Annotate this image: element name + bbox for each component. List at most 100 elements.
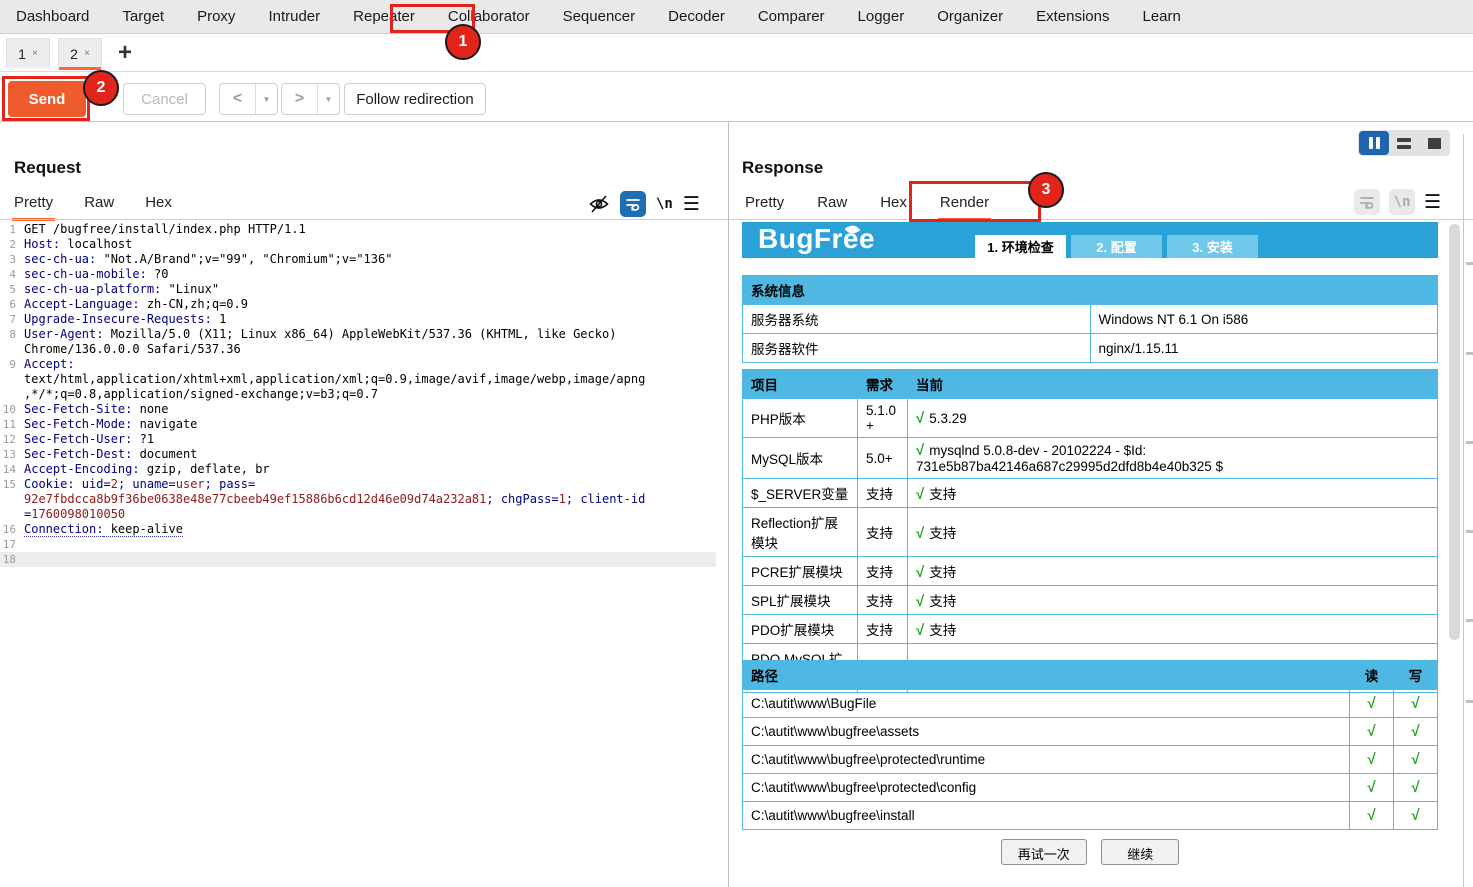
response-editor-icons: \n ☰ (1354, 189, 1441, 215)
line-number: 11 (0, 417, 16, 432)
menu-item-target[interactable]: Target (122, 8, 164, 25)
back-dropdown-icon[interactable]: ▼ (256, 84, 277, 114)
request-line: 14Accept-Encoding: gzip, deflate, br (0, 462, 716, 477)
requirements-header: 项目 (743, 370, 858, 399)
menu-item-sequencer[interactable]: Sequencer (563, 8, 636, 25)
request-view-tabs: Pretty Raw Hex (14, 194, 172, 221)
continue-button[interactable]: 继续 (1101, 839, 1179, 865)
scroll-marker (1466, 530, 1473, 533)
line-number: 9 (0, 357, 16, 372)
back-button[interactable]: < (220, 84, 256, 114)
requirements-header: 当前 (908, 370, 1438, 399)
check-icon: √ (1411, 779, 1419, 796)
menu-item-learn[interactable]: Learn (1142, 8, 1180, 25)
layout-single-button[interactable] (1419, 131, 1449, 155)
scroll-marker (1466, 619, 1473, 622)
menu-item-proxy[interactable]: Proxy (197, 8, 235, 25)
menu-item-intruder[interactable]: Intruder (268, 8, 320, 25)
line-number: 14 (0, 462, 16, 477)
response-tab-pretty[interactable]: Pretty (745, 194, 784, 221)
check-icon: √ (916, 442, 924, 459)
repeater-tab-1[interactable]: 1 × (6, 38, 50, 68)
menu-item-dashboard[interactable]: Dashboard (16, 8, 89, 25)
check-icon: √ (1411, 751, 1419, 768)
forward-dropdown-icon[interactable]: ▼ (318, 84, 339, 114)
menu-item-logger[interactable]: Logger (858, 8, 905, 25)
requirement-current: √支持 (908, 586, 1438, 615)
layout-columns-button[interactable] (1359, 131, 1389, 155)
request-line: 15Cookie: uid=2; uname=user; pass= (0, 477, 716, 492)
path-writable: √ (1394, 718, 1438, 746)
request-menu-icon[interactable]: ☰ (683, 193, 700, 216)
close-icon[interactable]: × (32, 48, 38, 59)
response-menu-icon[interactable]: ☰ (1424, 191, 1441, 214)
back-button-group: < ▼ (219, 83, 278, 115)
requirement-item: MySQL版本 (743, 438, 858, 479)
table-row: C:\autit\www\bugfree\assets√√ (743, 718, 1438, 746)
requirement-current: √支持 (908, 479, 1438, 508)
line-number: 15 (0, 477, 16, 492)
menu-item-decoder[interactable]: Decoder (668, 8, 725, 25)
requirement-current: √支持 (908, 557, 1438, 586)
requirement-current: √支持 (908, 508, 1438, 557)
menu-item-collaborator[interactable]: Collaborator (448, 8, 530, 25)
panel-divider[interactable] (728, 122, 729, 887)
request-line: Chrome/136.0.0.0 Safari/537.36 (0, 342, 716, 357)
menu-item-extensions[interactable]: Extensions (1036, 8, 1109, 25)
cancel-button[interactable]: Cancel (123, 83, 206, 115)
render-scrollbar[interactable] (1449, 224, 1460, 640)
add-tab-button[interactable]: + (118, 41, 132, 65)
request-editor[interactable]: 1GET /bugfree/install/index.php HTTP/1.1… (0, 222, 727, 887)
word-wrap-icon[interactable] (1354, 189, 1380, 215)
burp-repeater-window: Dashboard Target Proxy Intruder Repeater… (0, 0, 1473, 887)
request-panel-title: Request (14, 158, 81, 178)
request-line: 11Sec-Fetch-Mode: navigate (0, 417, 716, 432)
check-icon: √ (916, 564, 924, 581)
response-tab-raw[interactable]: Raw (817, 194, 847, 221)
requirement-current: √5.3.29 (908, 399, 1438, 438)
request-line: 17 (0, 537, 716, 552)
table-row: PDO扩展模块支持√支持 (743, 615, 1438, 644)
table-row: C:\autit\www\BugFile√√ (743, 690, 1438, 718)
check-icon: √ (1367, 695, 1375, 712)
gear-icon[interactable]: ⚙ (95, 86, 111, 107)
table-row: PHP版本5.1.0+√5.3.29 (743, 399, 1438, 438)
request-tab-raw[interactable]: Raw (84, 194, 114, 221)
forward-button[interactable]: > (282, 84, 318, 114)
request-tab-hex[interactable]: Hex (145, 194, 172, 221)
path-readable: √ (1350, 746, 1394, 774)
close-icon[interactable]: × (84, 48, 90, 59)
menu-item-comparer[interactable]: Comparer (758, 8, 825, 25)
requirement-item: $_SERVER变量 (743, 479, 858, 508)
request-line: text/html,application/xhtml+xml,applicat… (0, 372, 716, 387)
system-info-table: 系统信息服务器系统Windows NT 6.1 On i586服务器软件ngin… (742, 275, 1438, 363)
request-line: 13Sec-Fetch-Dest: document (0, 447, 716, 462)
request-tab-pretty[interactable]: Pretty (14, 194, 53, 221)
request-line: 8User-Agent: Mozilla/5.0 (X11; Linux x86… (0, 327, 716, 342)
line-number: 18 (0, 552, 16, 567)
path-writable: √ (1394, 690, 1438, 718)
line-number: 1 (0, 222, 16, 237)
path-writable: √ (1394, 802, 1438, 830)
request-line: 92e7fbdcca8b9f36be0638e48e77cbeeb49ef158… (0, 492, 716, 507)
hide-nonprintable-icon[interactable] (588, 193, 610, 215)
response-tab-render[interactable]: Render (940, 194, 989, 221)
line-number: 4 (0, 267, 16, 282)
follow-redirection-button[interactable]: Follow redirection (344, 83, 486, 115)
show-newlines-icon[interactable]: \n (1389, 189, 1415, 215)
requirement-current: √mysqlnd 5.0.8-dev - 20102224 - $Id: 731… (908, 438, 1438, 479)
repeater-tab-2[interactable]: 2 × (58, 38, 102, 68)
editor-scroll-gutter (1463, 134, 1464, 887)
word-wrap-icon[interactable] (620, 191, 646, 217)
path-value: C:\autit\www\bugfree\protected\config (743, 774, 1350, 802)
menu-item-organizer[interactable]: Organizer (937, 8, 1003, 25)
annotation-circle-3: 3 (1028, 172, 1064, 208)
send-button[interactable]: Send (8, 81, 86, 117)
menu-item-repeater[interactable]: Repeater (353, 8, 415, 25)
retry-button[interactable]: 再试一次 (1001, 839, 1087, 865)
line-number: 16 (0, 522, 16, 537)
requirement-item: PCRE扩展模块 (743, 557, 858, 586)
layout-rows-button[interactable] (1389, 131, 1419, 155)
response-tab-hex[interactable]: Hex (880, 194, 907, 221)
show-newlines-icon[interactable]: \n (656, 196, 673, 212)
